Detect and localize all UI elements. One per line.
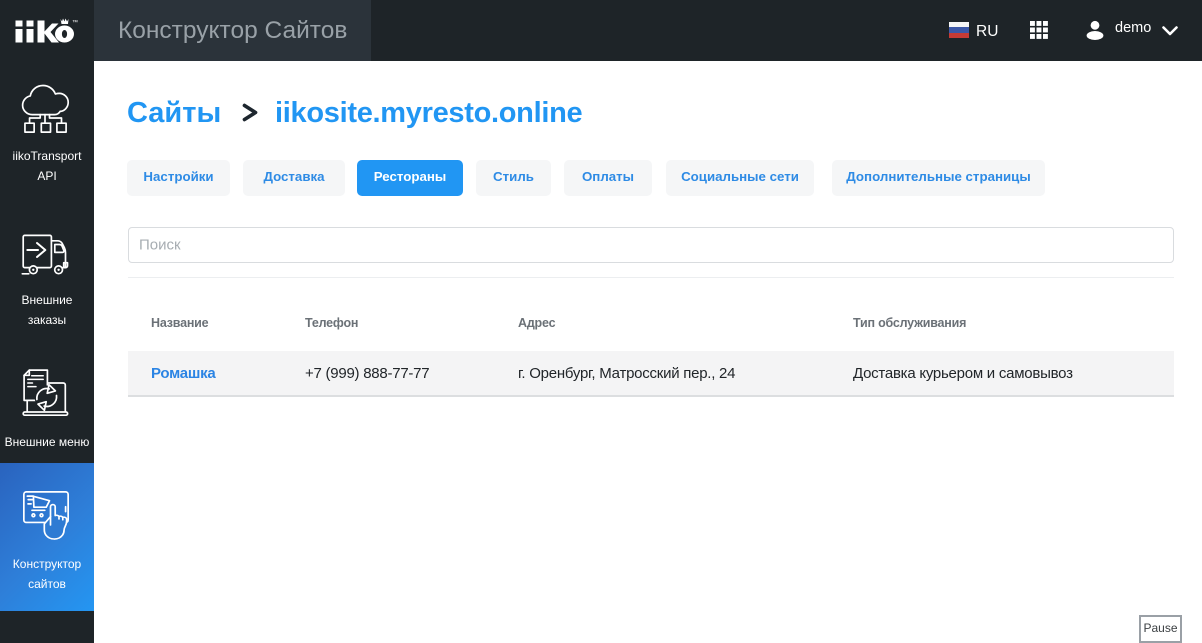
svg-text:™: ™ <box>72 19 78 26</box>
